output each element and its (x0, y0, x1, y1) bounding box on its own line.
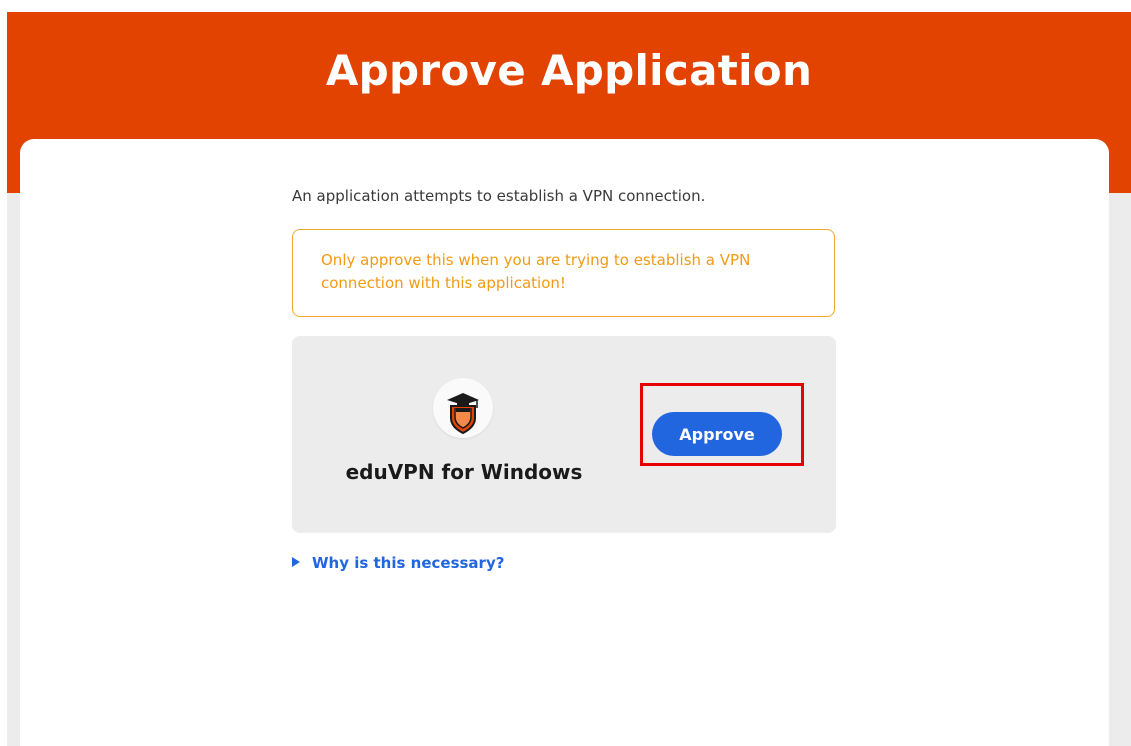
why-necessary-link[interactable]: Why is this necessary? (292, 554, 504, 572)
browser-viewport: Approve Application An application attem… (7, 12, 1131, 746)
app-panel: eduVPN for Windows Approve (292, 336, 836, 533)
approve-button[interactable]: Approve (652, 412, 782, 456)
why-necessary-label: Why is this necessary? (312, 554, 505, 572)
app-name: eduVPN for Windows (345, 460, 583, 484)
page-title: Approve Application (325, 46, 813, 95)
intro-text: An application attempts to establish a V… (292, 187, 706, 205)
main-card: An application attempts to establish a V… (20, 139, 1109, 746)
eduvpn-logo-icon (433, 378, 493, 438)
disclosure-triangle-icon (292, 557, 300, 567)
warning-box: Only approve this when you are trying to… (292, 229, 835, 317)
